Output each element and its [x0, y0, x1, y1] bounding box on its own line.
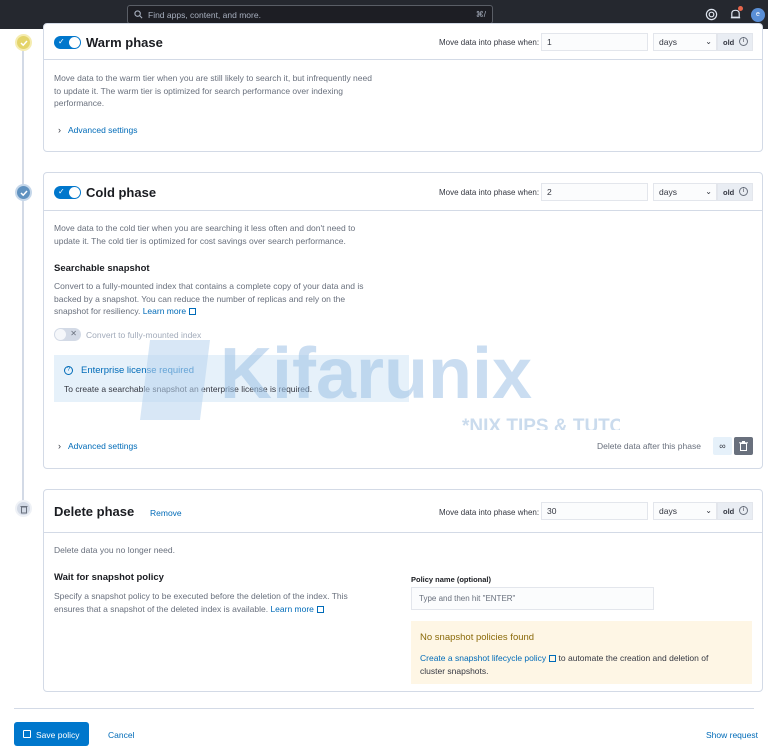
info-icon[interactable]: i: [739, 506, 748, 515]
cold-old-badge: old i: [717, 183, 753, 201]
delete-unit-value: days: [659, 506, 677, 516]
searchable-snapshot-description: Convert to a fully-mounted index that co…: [54, 281, 364, 316]
cold-unit-value: days: [659, 187, 677, 197]
delete-description: Delete data you no longer need.: [54, 545, 175, 555]
search-icon: [134, 10, 143, 19]
chevron-right-icon: ›: [58, 125, 61, 135]
delete-phase-title: Delete phase: [54, 504, 135, 519]
phase-timeline: [22, 36, 24, 516]
chevron-down-icon: ⌄: [705, 37, 712, 46]
no-snapshot-policies-callout: No snapshot policies found Create a snap…: [411, 621, 752, 684]
save-policy-button[interactable]: Save policy: [14, 722, 89, 746]
no-policies-title: No snapshot policies found: [420, 632, 535, 643]
warm-move-label: Move data into phase when:: [439, 38, 540, 47]
license-callout-title: Enterprise license required: [81, 365, 195, 376]
search-shortcut: ⌘/: [475, 10, 486, 19]
warm-description: Move data to the warm tier when you are …: [54, 73, 372, 108]
external-link-icon: [316, 605, 324, 613]
global-search-input[interactable]: Find apps, content, and more. ⌘/: [127, 5, 493, 24]
delete-badge-label: old: [723, 507, 735, 516]
warm-unit-select[interactable]: days ⌄: [653, 33, 717, 51]
help-icon[interactable]: [705, 8, 718, 21]
infinity-icon[interactable]: ∞: [713, 437, 732, 455]
searchable-snapshot-heading: Searchable snapshot: [54, 263, 150, 274]
wait-learn-more-link[interactable]: Learn more: [270, 604, 313, 614]
policy-name-label: Policy name (optional): [411, 575, 492, 584]
delete-old-badge: old i: [717, 502, 753, 520]
warm-min-age-input[interactable]: 1: [541, 33, 648, 51]
trash-icon[interactable]: [734, 437, 753, 455]
warm-old-badge: old i: [717, 33, 753, 51]
cold-description: Move data to the cold tier when you are …: [54, 223, 356, 246]
cold-advanced-settings[interactable]: › Advanced settings: [58, 441, 137, 451]
remove-delete-phase-link[interactable]: Remove: [150, 508, 182, 518]
cold-min-age-input[interactable]: 2: [541, 183, 648, 201]
delete-phase-step-icon: [15, 500, 32, 517]
wait-snapshot-description: Specify a snapshot policy to be executed…: [54, 591, 348, 614]
chevron-down-icon: ⌄: [705, 187, 712, 196]
cancel-button[interactable]: Cancel: [108, 730, 134, 740]
warm-phase-panel: ✓ Warm phase Move data into phase when: …: [43, 23, 763, 152]
cold-phase-step-icon: [15, 184, 32, 201]
warm-unit-value: days: [659, 37, 677, 47]
warm-phase-step-icon: [15, 34, 32, 51]
snapshot-learn-more-link[interactable]: Learn more: [143, 306, 186, 316]
check-icon: ✓: [58, 37, 65, 46]
notification-badge: [738, 6, 743, 11]
info-icon[interactable]: i: [739, 187, 748, 196]
delete-after-phase-label: Delete data after this phase: [597, 441, 701, 451]
footer-divider: [14, 708, 754, 709]
delete-move-label: Move data into phase when:: [439, 508, 540, 517]
help-icon: ?: [64, 366, 73, 375]
chevron-right-icon: ›: [58, 441, 61, 451]
cold-unit-select[interactable]: days ⌄: [653, 183, 717, 201]
close-icon: ✕: [70, 329, 77, 338]
warm-phase-toggle[interactable]: ✓: [54, 36, 81, 49]
license-callout-body: To create a searchable snapshot an enter…: [64, 384, 313, 394]
convert-fully-mounted-label: Convert to fully-mounted index: [86, 330, 202, 340]
info-icon[interactable]: i: [739, 37, 748, 46]
cold-phase-panel: ✓ Cold phase Move data into phase when: …: [43, 172, 763, 469]
cold-phase-toggle[interactable]: ✓: [54, 186, 81, 199]
warm-phase-title: Warm phase: [86, 35, 163, 50]
search-placeholder: Find apps, content, and more.: [148, 10, 261, 20]
convert-fully-mounted-toggle[interactable]: ✕: [54, 328, 81, 341]
cold-badge-label: old: [723, 188, 735, 197]
no-policies-body: Create a snapshot lifecycle policy to au…: [420, 653, 709, 676]
wait-snapshot-heading: Wait for snapshot policy: [54, 572, 164, 583]
warm-advanced-settings[interactable]: › Advanced settings: [58, 125, 137, 135]
chevron-down-icon: ⌄: [705, 506, 712, 515]
create-slm-policy-link[interactable]: Create a snapshot lifecycle policy: [420, 653, 546, 663]
delete-min-age-input[interactable]: 30: [541, 502, 648, 520]
external-link-icon: [189, 308, 197, 315]
delete-phase-panel: Delete phase Remove Move data into phase…: [43, 489, 763, 692]
user-avatar[interactable]: e: [751, 8, 765, 22]
warm-badge-label: old: [723, 38, 735, 47]
check-icon: ✓: [58, 187, 65, 196]
delete-unit-select[interactable]: days ⌄: [653, 502, 717, 520]
external-link-icon: [549, 655, 557, 662]
policy-name-input[interactable]: Type and then hit "ENTER": [411, 587, 654, 610]
cold-move-label: Move data into phase when:: [439, 188, 540, 197]
cold-phase-title: Cold phase: [86, 185, 157, 200]
save-icon: [23, 730, 31, 738]
show-request-link[interactable]: Show request: [706, 730, 758, 740]
enterprise-license-callout: ? Enterprise license required To create …: [54, 355, 409, 402]
